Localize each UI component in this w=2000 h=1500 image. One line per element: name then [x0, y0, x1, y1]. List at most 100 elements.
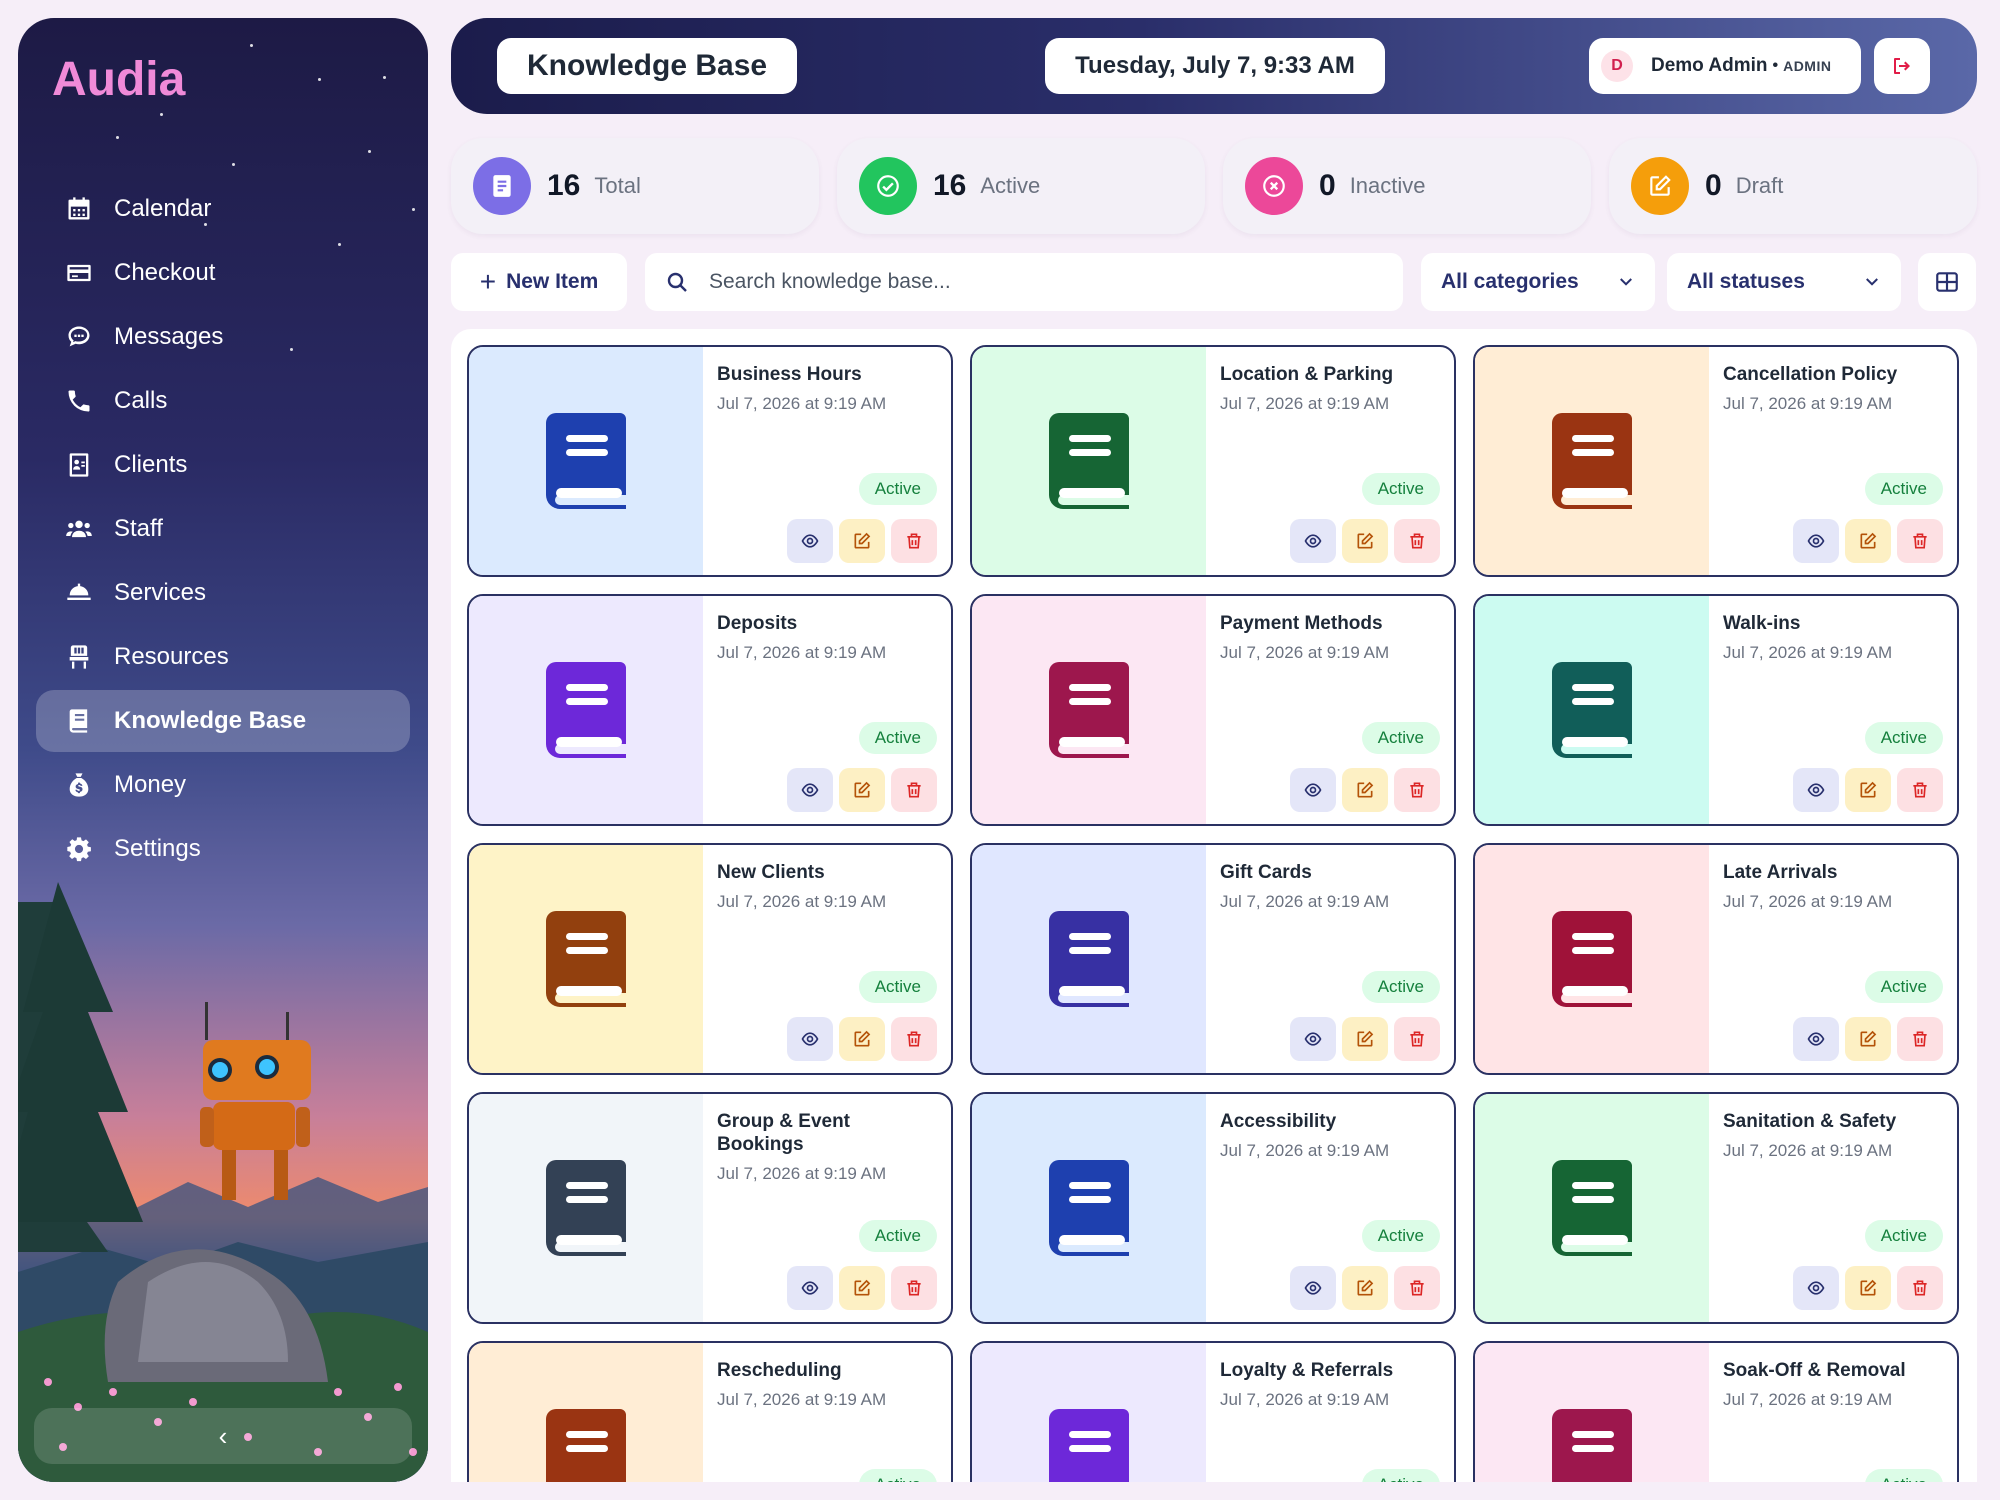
knowledge-card[interactable]: Location & Parking Jul 7, 2026 at 9:19 A…: [970, 345, 1456, 577]
card-body: Location & Parking Jul 7, 2026 at 9:19 A…: [1206, 347, 1454, 575]
edit-button[interactable]: [839, 1266, 885, 1310]
edit-button[interactable]: [1342, 1266, 1388, 1310]
card-title[interactable]: Late Arrivals: [1723, 861, 1943, 884]
card-title[interactable]: Loyalty & Referrals: [1220, 1359, 1440, 1382]
delete-button[interactable]: [1897, 1266, 1943, 1310]
card-title[interactable]: Deposits: [717, 612, 937, 635]
knowledge-card[interactable]: Late Arrivals Jul 7, 2026 at 9:19 AM Act…: [1473, 843, 1959, 1075]
grid-view-toggle[interactable]: [1918, 253, 1976, 311]
collapse-sidebar-button[interactable]: ‹: [34, 1408, 412, 1464]
view-button[interactable]: [1793, 1017, 1839, 1061]
card-title[interactable]: Business Hours: [717, 363, 937, 386]
card-title[interactable]: Location & Parking: [1220, 363, 1440, 386]
edit-button[interactable]: [1342, 1017, 1388, 1061]
sidebar-item-resources[interactable]: Resources: [36, 626, 410, 688]
sidebar-item-staff[interactable]: Staff: [36, 498, 410, 560]
sidebar-item-clients[interactable]: Clients: [36, 434, 410, 496]
knowledge-card[interactable]: Cancellation Policy Jul 7, 2026 at 9:19 …: [1473, 345, 1959, 577]
view-button[interactable]: [787, 768, 833, 812]
view-button[interactable]: [787, 1017, 833, 1061]
knowledge-card[interactable]: Business Hours Jul 7, 2026 at 9:19 AM Ac…: [467, 345, 953, 577]
card-title[interactable]: Rescheduling: [717, 1359, 937, 1382]
delete-button[interactable]: [1897, 519, 1943, 563]
view-button[interactable]: [787, 519, 833, 563]
sidebar-item-checkout[interactable]: Checkout: [36, 242, 410, 304]
delete-button[interactable]: [891, 768, 937, 812]
card-title[interactable]: New Clients: [717, 861, 937, 884]
card-title[interactable]: Payment Methods: [1220, 612, 1440, 635]
search-input[interactable]: [709, 270, 1369, 294]
knowledge-card[interactable]: Deposits Jul 7, 2026 at 9:19 AM Active: [467, 594, 953, 826]
view-button[interactable]: [1290, 1017, 1336, 1061]
book-icon: [1049, 911, 1129, 1007]
card-title[interactable]: Cancellation Policy: [1723, 363, 1943, 386]
card-title[interactable]: Walk-ins: [1723, 612, 1943, 635]
card-title[interactable]: Accessibility: [1220, 1110, 1440, 1133]
card-thumbnail: [469, 845, 703, 1073]
sidebar-item-calendar[interactable]: Calendar: [36, 178, 410, 240]
delete-button[interactable]: [1897, 1017, 1943, 1061]
delete-button[interactable]: [1394, 768, 1440, 812]
card-title[interactable]: Soak-Off & Removal: [1723, 1359, 1943, 1382]
knowledge-card[interactable]: Group & Event Bookings Jul 7, 2026 at 9:…: [467, 1092, 953, 1324]
knowledge-card[interactable]: Rescheduling Jul 7, 2026 at 9:19 AM Acti…: [467, 1341, 953, 1482]
card-title[interactable]: Group & Event Bookings: [717, 1110, 937, 1156]
logout-button[interactable]: [1874, 38, 1930, 94]
knowledge-card[interactable]: Gift Cards Jul 7, 2026 at 9:19 AM Active: [970, 843, 1456, 1075]
status-badge: Active: [1864, 473, 1943, 505]
knowledge-card[interactable]: Payment Methods Jul 7, 2026 at 9:19 AM A…: [970, 594, 1456, 826]
view-button[interactable]: [1290, 519, 1336, 563]
delete-button[interactable]: [891, 1017, 937, 1061]
knowledge-card[interactable]: Soak-Off & Removal Jul 7, 2026 at 9:19 A…: [1473, 1341, 1959, 1482]
card-title[interactable]: Sanitation & Safety: [1723, 1110, 1943, 1133]
search-box[interactable]: [645, 253, 1403, 311]
edit-button[interactable]: [839, 1017, 885, 1061]
edit-button[interactable]: [1845, 1266, 1891, 1310]
edit-button[interactable]: [1845, 768, 1891, 812]
card-body: New Clients Jul 7, 2026 at 9:19 AM Activ…: [703, 845, 951, 1073]
edit-button[interactable]: [839, 768, 885, 812]
edit-button[interactable]: [839, 519, 885, 563]
edit-button[interactable]: [1342, 519, 1388, 563]
card-title[interactable]: Gift Cards: [1220, 861, 1440, 884]
card-actions: [1290, 768, 1440, 812]
delete-button[interactable]: [891, 519, 937, 563]
view-button[interactable]: [1793, 768, 1839, 812]
delete-button[interactable]: [1394, 1017, 1440, 1061]
delete-button[interactable]: [1897, 768, 1943, 812]
user-menu[interactable]: D Demo Admin • ADMIN: [1589, 38, 1861, 94]
sidebar-item-knowledge-base[interactable]: Knowledge Base: [36, 690, 410, 752]
knowledge-card[interactable]: Accessibility Jul 7, 2026 at 9:19 AM Act…: [970, 1092, 1456, 1324]
sidebar-item-money[interactable]: Money: [36, 754, 410, 816]
status-badge: Active: [858, 722, 937, 754]
sidebar-item-services[interactable]: Services: [36, 562, 410, 624]
sidebar-item-messages[interactable]: Messages: [36, 306, 410, 368]
delete-button[interactable]: [1394, 1266, 1440, 1310]
card-body: Deposits Jul 7, 2026 at 9:19 AM Active: [703, 596, 951, 824]
view-button[interactable]: [1290, 1266, 1336, 1310]
knowledge-card[interactable]: New Clients Jul 7, 2026 at 9:19 AM Activ…: [467, 843, 953, 1075]
sidebar-item-calls[interactable]: Calls: [36, 370, 410, 432]
edit-button[interactable]: [1342, 768, 1388, 812]
view-button[interactable]: [1793, 1266, 1839, 1310]
view-button[interactable]: [1290, 768, 1336, 812]
status-select[interactable]: All statuses: [1667, 253, 1901, 311]
card-actions: [1793, 1017, 1943, 1061]
stat-draft: 0 Draft: [1609, 138, 1977, 234]
sidebar-item-label: Knowledge Base: [114, 707, 307, 734]
edit-button[interactable]: [1845, 1017, 1891, 1061]
knowledge-card[interactable]: Loyalty & Referrals Jul 7, 2026 at 9:19 …: [970, 1341, 1456, 1482]
new-item-button[interactable]: + New Item: [451, 253, 627, 311]
knowledge-card[interactable]: Walk-ins Jul 7, 2026 at 9:19 AM Active: [1473, 594, 1959, 826]
view-button[interactable]: [787, 1266, 833, 1310]
edit-button[interactable]: [1845, 519, 1891, 563]
category-select[interactable]: All categories: [1421, 253, 1655, 311]
card-date: Jul 7, 2026 at 9:19 AM: [717, 394, 887, 413]
delete-button[interactable]: [1394, 519, 1440, 563]
pencil-square-icon: [854, 781, 871, 798]
knowledge-card[interactable]: Sanitation & Safety Jul 7, 2026 at 9:19 …: [1473, 1092, 1959, 1324]
view-button[interactable]: [1793, 519, 1839, 563]
card-thumbnail: [469, 1343, 703, 1482]
brand-logo[interactable]: Audia: [52, 52, 185, 107]
delete-button[interactable]: [891, 1266, 937, 1310]
